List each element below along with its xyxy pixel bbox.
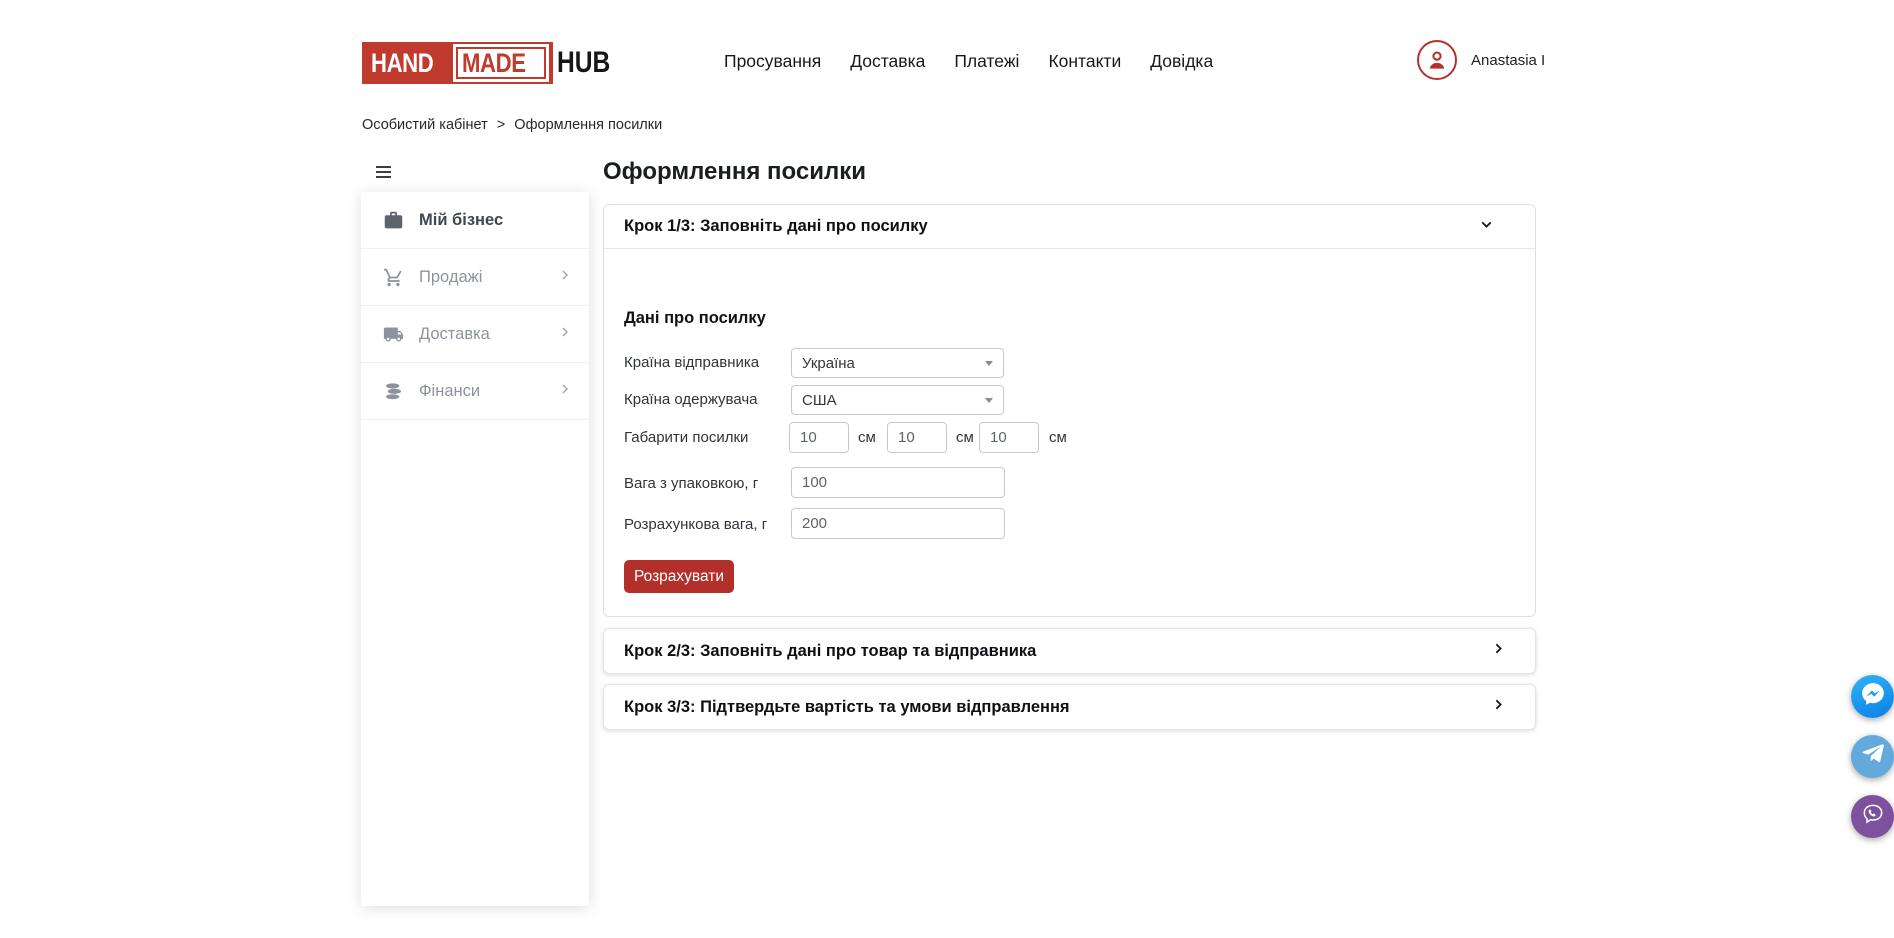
chevron-down-icon: [1478, 216, 1495, 238]
breadcrumb: Особистий кабінет > Оформлення посилки: [362, 117, 667, 133]
viber-button[interactable]: [1851, 795, 1894, 838]
calculated-weight-input[interactable]: [791, 508, 1005, 539]
step-3-header[interactable]: Крок 3/3: Підтвердьте вартість та умови …: [603, 684, 1536, 730]
logo-hand: HAND: [371, 48, 433, 79]
truck-icon: [383, 324, 404, 345]
chevron-right-icon: [557, 381, 573, 402]
logo-hub: HUB: [557, 46, 610, 80]
user-avatar-icon: [1417, 40, 1457, 80]
nav-payments[interactable]: Платежі: [954, 51, 1019, 72]
recipient-country-select[interactable]: США: [791, 385, 1004, 415]
dimension-unit: см: [858, 429, 876, 446]
breadcrumb-cabinet[interactable]: Особистий кабінет: [362, 117, 488, 133]
sidebar-item-label: Фінанси: [419, 382, 542, 401]
sidebar-item-sales[interactable]: Продажі: [361, 249, 589, 306]
dimension-unit: см: [1049, 429, 1067, 446]
nav-contacts[interactable]: Контакти: [1048, 51, 1121, 72]
main-nav: Просування Доставка Платежі Контакти Дов…: [724, 51, 1213, 72]
chevron-right-icon: [557, 324, 573, 345]
sender-country-select[interactable]: Україна: [791, 348, 1004, 378]
breadcrumb-separator: >: [497, 117, 505, 133]
user-name: Anastasia I: [1471, 52, 1545, 69]
weight-label: Вага з упаковкою, г: [624, 475, 758, 492]
nav-help[interactable]: Довідка: [1150, 51, 1213, 72]
chevron-right-icon: [557, 267, 573, 288]
step-3-title: Крок 3/3: Підтвердьте вартість та умови …: [624, 698, 1490, 717]
sidebar: Мій бізнес Продажі Доставка Фінанси: [361, 192, 589, 906]
sidebar-item-delivery[interactable]: Доставка: [361, 306, 589, 363]
messenger-icon: [1860, 681, 1886, 712]
messenger-button[interactable]: [1851, 675, 1894, 718]
logo-red-box: HAND MADE: [362, 42, 553, 84]
telegram-button[interactable]: [1851, 735, 1894, 778]
dimension-length-input[interactable]: [789, 422, 849, 453]
sidebar-item-label: Доставка: [419, 325, 542, 344]
form-section-title: Дані про посилку: [624, 309, 766, 328]
step-1-title: Крок 1/3: Заповніть дані про посилку: [624, 217, 1478, 236]
dimensions-label: Габарити посилки: [624, 429, 748, 446]
logo-made: MADE: [462, 49, 526, 77]
sidebar-toggle-icon[interactable]: [376, 166, 391, 181]
step-2-title: Крок 2/3: Заповніть дані про товар та ві…: [624, 642, 1490, 661]
dimension-width-input[interactable]: [887, 422, 947, 453]
sidebar-item-label: Продажі: [419, 268, 542, 287]
sidebar-item-finances[interactable]: Фінанси: [361, 363, 589, 420]
step-1-header[interactable]: Крок 1/3: Заповніть дані про посилку: [604, 205, 1535, 249]
recipient-country-value: США: [802, 392, 837, 409]
briefcase-icon: [383, 210, 404, 231]
sender-country-value: Україна: [802, 355, 855, 372]
breadcrumb-parcel[interactable]: Оформлення посилки: [514, 117, 662, 133]
telegram-icon: [1860, 741, 1886, 772]
chevron-right-icon: [1490, 696, 1507, 718]
coins-icon: [383, 381, 404, 402]
select-caret-icon: [985, 361, 993, 366]
step-2-header[interactable]: Крок 2/3: Заповніть дані про товар та ві…: [603, 628, 1536, 674]
dimension-unit: см: [956, 429, 974, 446]
step-1-body: Дані про посилку Країна відправника Укра…: [604, 249, 1535, 616]
user-menu[interactable]: Anastasia I: [1417, 40, 1545, 80]
cart-icon: [383, 267, 404, 288]
step-1-card: Крок 1/3: Заповніть дані про посилку Дан…: [603, 204, 1536, 617]
sender-country-label: Країна відправника: [624, 354, 759, 371]
page-title: Оформлення посилки: [603, 158, 866, 186]
dimension-height-input[interactable]: [979, 422, 1039, 453]
select-caret-icon: [985, 398, 993, 403]
sidebar-item-my-business[interactable]: Мій бізнес: [361, 192, 589, 249]
sidebar-item-label: Мій бізнес: [419, 211, 573, 230]
calculate-button[interactable]: Розрахувати: [624, 560, 734, 593]
viber-icon: [1860, 801, 1886, 832]
nav-promotion[interactable]: Просування: [724, 51, 821, 72]
calculated-weight-label: Розрахункова вага, г: [624, 516, 767, 533]
weight-input[interactable]: [791, 467, 1005, 498]
nav-delivery[interactable]: Доставка: [850, 51, 925, 72]
site-logo[interactable]: HAND MADE HUB: [362, 42, 622, 84]
chevron-right-icon: [1490, 640, 1507, 662]
recipient-country-label: Країна одержувача: [624, 391, 758, 408]
